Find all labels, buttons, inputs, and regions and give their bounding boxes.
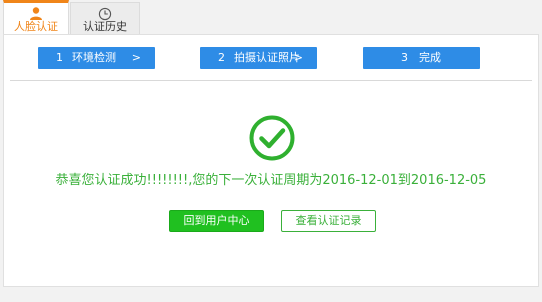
step-arrow: > bbox=[293, 51, 303, 64]
tab-auth-history[interactable]: 认证历史 bbox=[70, 2, 140, 34]
success-message: 恭喜您认证成功!!!!!!!!,您的下一次认证周期为2016-12-01到201… bbox=[55, 173, 487, 188]
auth-panel: 1 环境检测 > 2 拍摄认证照片 > 3 完成 恭喜您认证成功!!!!!!!!… bbox=[3, 34, 539, 287]
history-clock-icon bbox=[98, 6, 112, 21]
step-number: 3 bbox=[401, 51, 408, 64]
step-number: 1 bbox=[56, 51, 63, 64]
tab-face-auth-label: 人脸认证 bbox=[14, 20, 58, 33]
step-environment-check: 1 环境检测 > bbox=[38, 47, 155, 69]
step-complete: 3 完成 bbox=[363, 47, 480, 69]
view-auth-records-button[interactable]: 查看认证记录 bbox=[281, 210, 376, 232]
step-arrow: > bbox=[131, 51, 141, 64]
step-number: 2 bbox=[218, 51, 225, 64]
step-label: 拍摄认证照片 bbox=[234, 51, 300, 64]
step-label: 环境检测 bbox=[72, 51, 116, 64]
tab-auth-history-label: 认证历史 bbox=[83, 20, 127, 33]
success-check-icon bbox=[249, 115, 295, 161]
tab-face-auth[interactable]: 人脸认证 bbox=[3, 0, 69, 35]
step-label: 完成 bbox=[419, 51, 441, 64]
back-to-user-center-button[interactable]: 回到用户中心 bbox=[169, 210, 264, 232]
tab-bar: 人脸认证 认证历史 bbox=[0, 0, 542, 35]
person-icon bbox=[29, 5, 43, 20]
step-take-photo: 2 拍摄认证照片 > bbox=[200, 47, 317, 69]
divider bbox=[10, 80, 532, 81]
